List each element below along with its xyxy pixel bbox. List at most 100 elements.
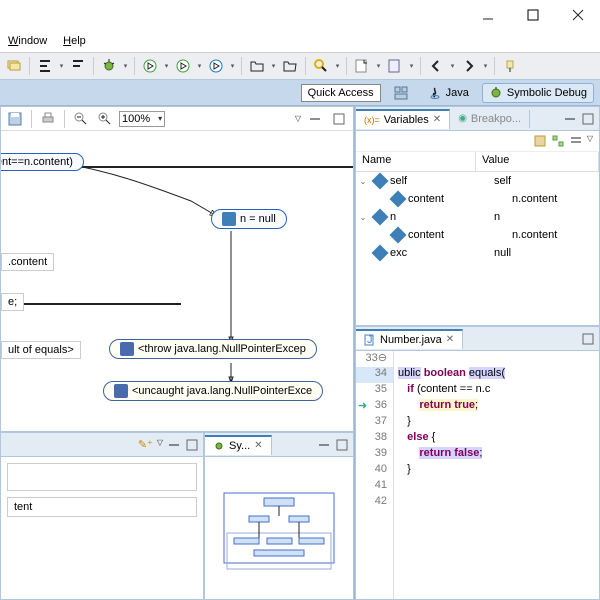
zoom-out-icon[interactable] — [71, 109, 91, 129]
type-icon[interactable] — [533, 134, 547, 148]
maximize-button[interactable] — [510, 0, 555, 30]
zoom-select[interactable]: 100%▾ — [119, 111, 165, 127]
forward-icon[interactable] — [459, 56, 479, 76]
flow-label-content: .content — [1, 253, 54, 271]
maximize-view-icon[interactable] — [185, 438, 199, 452]
flow-node-assign[interactable]: n = null — [211, 209, 287, 229]
dropdown-arrow-icon[interactable]: ▾ — [408, 56, 415, 76]
tree-icon[interactable] — [551, 134, 565, 148]
folder-open-icon[interactable] — [280, 56, 300, 76]
flow-node-throw[interactable]: <throw java.lang.NullPointerExcep — [109, 339, 317, 359]
svg-text:J: J — [367, 334, 373, 346]
minimize-view-icon[interactable] — [317, 438, 331, 452]
run-alt-icon[interactable] — [206, 56, 226, 76]
pin-icon[interactable] — [500, 56, 520, 76]
variable-row[interactable]: ⌄selfself — [356, 172, 599, 190]
generic-pane: ✎⁺ ▽ tent — [0, 432, 204, 600]
flow-toolbar: 100%▾ ▽ — [1, 107, 353, 131]
flow-editor-pane: 100%▾ ▽ .content==n.content) — [0, 106, 354, 432]
dropdown-arrow-icon[interactable]: ▾ — [196, 56, 203, 76]
main-area: 100%▾ ▽ .content==n.content) — [0, 106, 600, 600]
tab-number-java[interactable]: JNumber.java✕ — [356, 329, 463, 349]
perspectives-bar: Quick Access Java Symbolic Debug — [0, 80, 600, 106]
view-menu-icon[interactable]: ▽ — [157, 438, 163, 452]
variable-icon — [390, 191, 407, 208]
tab-variables[interactable]: (x)=Variables✕ — [356, 109, 450, 129]
perspective-symbolic-debug[interactable]: Symbolic Debug — [482, 83, 594, 103]
maximize-view-icon[interactable] — [581, 332, 595, 346]
variable-icon — [372, 173, 389, 190]
tab-breakpoints[interactable]: ◉Breakpo... — [450, 110, 530, 128]
code-editor[interactable]: 33⊖3435➜36373839404142 ublic boolean equ… — [356, 351, 599, 599]
minimize-view-icon[interactable] — [167, 438, 181, 452]
open-perspective-button[interactable] — [387, 83, 415, 103]
run-icon[interactable] — [140, 56, 160, 76]
thread-icon[interactable] — [35, 56, 55, 76]
close-button[interactable] — [555, 0, 600, 30]
flow-canvas[interactable]: .content==n.content) n = null .content e… — [1, 131, 353, 431]
thread-icon-2[interactable] — [68, 56, 88, 76]
close-icon[interactable]: ✕ — [433, 114, 441, 125]
column-name[interactable]: Name — [356, 152, 476, 171]
flow-node-condition[interactable]: .content==n.content) — [1, 153, 84, 171]
folder-new-icon[interactable] — [247, 56, 267, 76]
column-value[interactable]: Value — [476, 152, 599, 171]
line-gutter: 33⊖3435➜36373839404142 — [356, 351, 394, 599]
code-editor-pane: JNumber.java✕ 33⊖3435➜36373839404142 ubl… — [355, 326, 600, 600]
input-field[interactable] — [7, 463, 197, 491]
dropdown-arrow-icon[interactable]: ▾ — [482, 56, 489, 76]
throw-icon — [120, 342, 134, 356]
minimize-view-icon[interactable] — [305, 109, 325, 129]
dropdown-arrow-icon[interactable]: ▾ — [270, 56, 277, 76]
collapse-icon[interactable] — [569, 134, 583, 148]
perspective-java[interactable]: Java — [421, 83, 476, 103]
flow-label-result: ult of equals> — [1, 341, 81, 359]
close-icon[interactable]: ✕ — [254, 440, 262, 451]
menu-help[interactable]: Help — [63, 35, 86, 47]
minimize-button[interactable] — [465, 0, 510, 30]
variable-icon — [372, 245, 389, 262]
variable-row[interactable]: ⌄nn — [356, 208, 599, 226]
variable-icon — [390, 227, 407, 244]
maximize-view-icon[interactable] — [581, 112, 595, 126]
menu-window[interactable]: Window — [8, 35, 47, 47]
new-wizard-alt-icon[interactable] — [385, 56, 405, 76]
variable-row[interactable]: contentn.content — [356, 190, 599, 208]
view-menu-icon[interactable]: ▽ — [295, 114, 301, 123]
variable-row[interactable]: excnull — [356, 244, 599, 262]
sy-pane: Sy...✕ — [204, 432, 354, 600]
back-icon[interactable] — [426, 56, 446, 76]
print-icon[interactable] — [38, 109, 58, 129]
dropdown-arrow-icon[interactable]: ▾ — [163, 56, 170, 76]
minimize-view-icon[interactable] — [563, 112, 577, 126]
maximize-view-icon[interactable] — [335, 438, 349, 452]
dropdown-arrow-icon[interactable]: ▾ — [229, 56, 236, 76]
dropdown-arrow-icon[interactable]: ▾ — [375, 56, 382, 76]
view-menu-icon[interactable]: ▽ — [587, 134, 593, 148]
close-icon[interactable]: ✕ — [446, 334, 454, 345]
dropdown-arrow-icon[interactable]: ▾ — [58, 56, 65, 76]
maximize-view-icon[interactable] — [329, 109, 349, 129]
thumbnail-preview[interactable] — [205, 457, 353, 599]
debug-icon[interactable] — [99, 56, 119, 76]
uncaught-icon — [114, 384, 128, 398]
new-item-icon[interactable]: ✎⁺ — [138, 438, 153, 452]
stack-icon[interactable] — [4, 56, 24, 76]
quick-access-field[interactable]: Quick Access — [301, 84, 381, 102]
flow-node-uncaught[interactable]: <uncaught java.lang.NullPointerExce — [103, 381, 323, 401]
dropdown-arrow-icon[interactable]: ▾ — [122, 56, 129, 76]
variable-icon — [372, 209, 389, 226]
tab-sy[interactable]: Sy...✕ — [205, 435, 272, 455]
zoom-in-icon[interactable] — [95, 109, 115, 129]
dropdown-arrow-icon[interactable]: ▾ — [334, 56, 341, 76]
flow-label-e: e; — [1, 293, 24, 311]
new-wizard-icon[interactable] — [352, 56, 372, 76]
variable-row[interactable]: contentn.content — [356, 226, 599, 244]
run-icon-2[interactable] — [173, 56, 193, 76]
dropdown-arrow-icon[interactable]: ▾ — [449, 56, 456, 76]
save-icon[interactable] — [5, 109, 25, 129]
input-field-2[interactable]: tent — [7, 497, 197, 517]
titlebar — [0, 0, 600, 30]
search-icon[interactable] — [311, 56, 331, 76]
variables-table[interactable]: NameValue ⌄selfselfcontentn.content⌄nnco… — [356, 152, 599, 325]
